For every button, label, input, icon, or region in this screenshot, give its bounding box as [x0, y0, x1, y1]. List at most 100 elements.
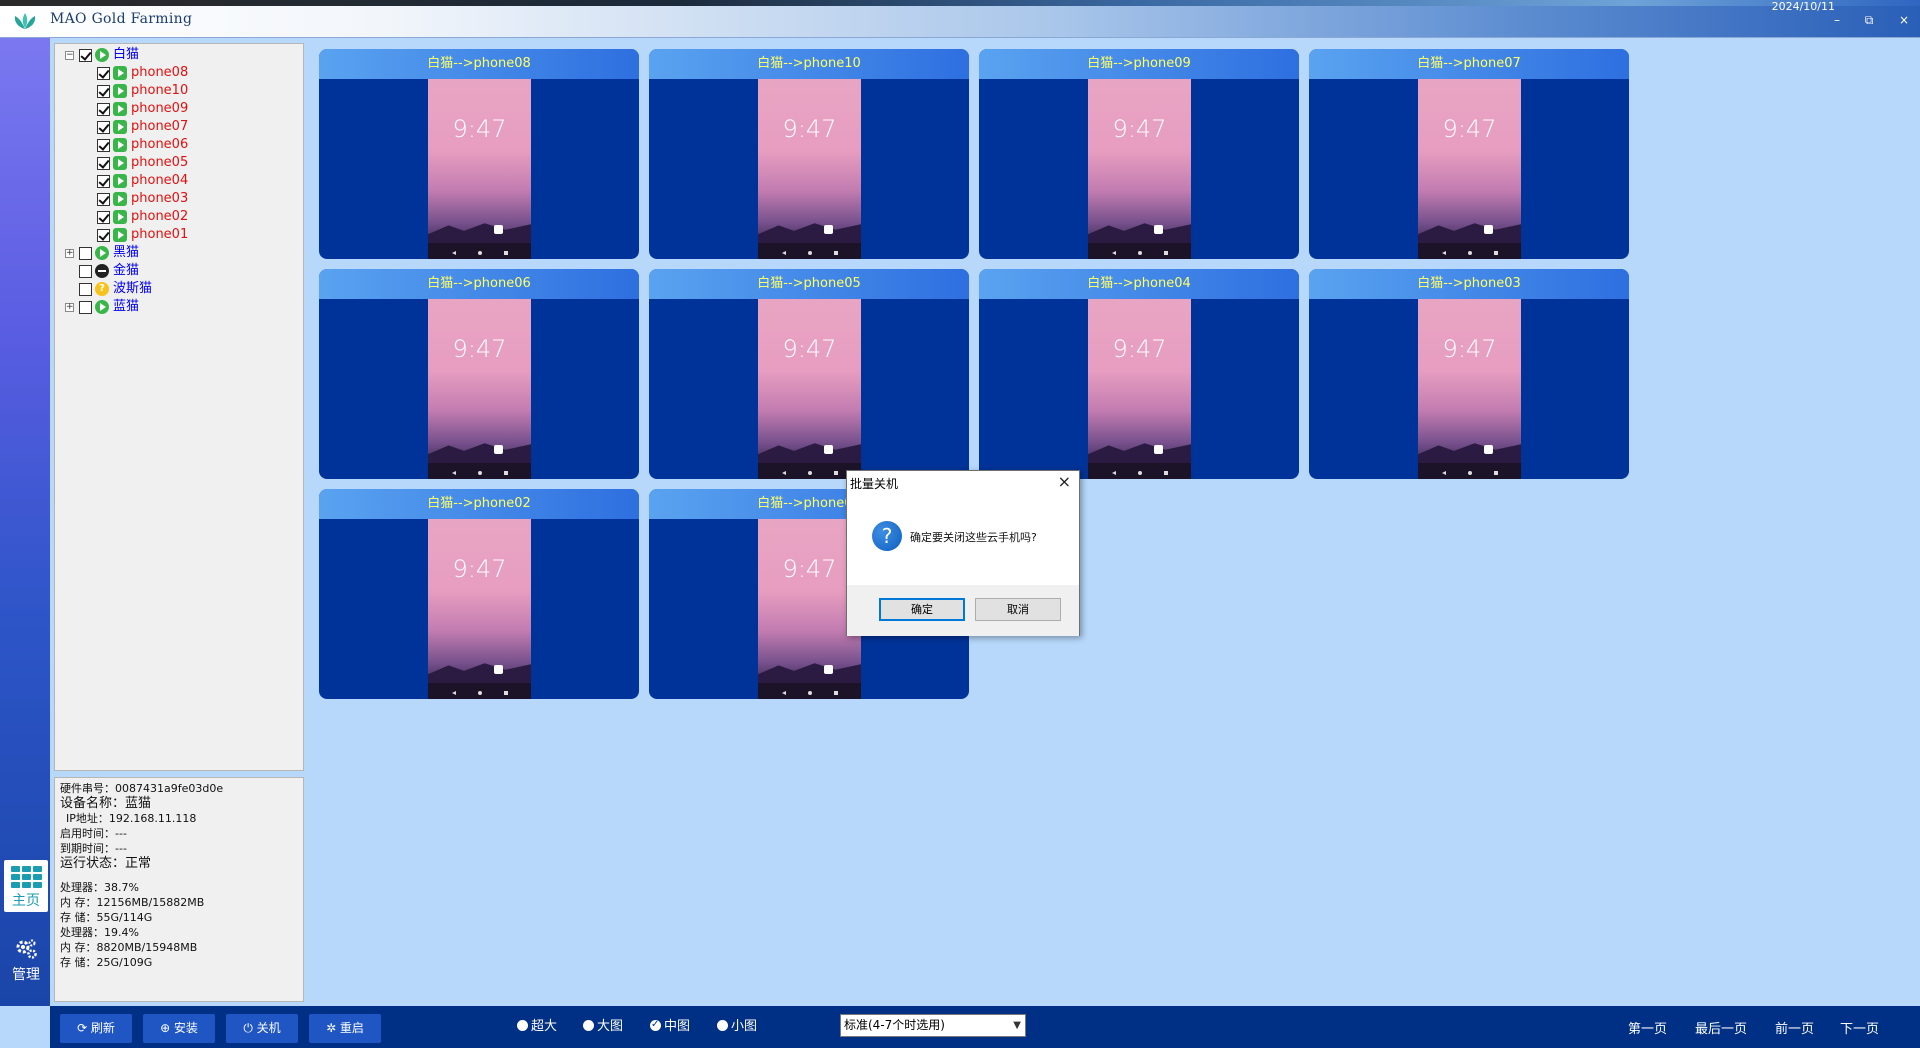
close-button[interactable]: ×: [1895, 13, 1913, 27]
layout-select[interactable]: 标准(4-7个时选用) ▼: [840, 1014, 1026, 1037]
group-checkbox[interactable]: [79, 301, 92, 314]
app-icon[interactable]: [1154, 225, 1163, 234]
view-size-xlarge[interactable]: 超大: [517, 1018, 557, 1036]
phone-screen[interactable]: 9:47: [1418, 299, 1521, 479]
tree-item-phone09[interactable]: phone09: [55, 100, 295, 118]
tree-group-bosimao[interactable]: ? 波斯猫: [55, 280, 295, 298]
tree-group-lanmao[interactable]: + 蓝猫: [55, 298, 295, 316]
tree-group-baimao[interactable]: − 白猫: [55, 46, 295, 64]
recents-icon[interactable]: [834, 251, 838, 255]
app-icon[interactable]: [824, 445, 833, 454]
group-checkbox[interactable]: [79, 283, 92, 296]
back-icon[interactable]: [782, 691, 786, 695]
back-icon[interactable]: [452, 471, 456, 475]
phone-screen[interactable]: 9:47: [1088, 299, 1191, 479]
item-checkbox[interactable]: [97, 175, 110, 188]
view-size-small[interactable]: 小图: [717, 1018, 757, 1036]
recents-icon[interactable]: [1494, 251, 1498, 255]
phone-card[interactable]: 白猫-->phone05 9:47: [649, 269, 969, 479]
phone-screen[interactable]: 9:47: [428, 299, 531, 479]
phone-screen[interactable]: 9:47: [428, 79, 531, 259]
nav-home[interactable]: 主页: [4, 860, 48, 912]
home-icon[interactable]: [478, 471, 482, 475]
app-icon[interactable]: [494, 665, 503, 674]
recents-icon[interactable]: [504, 251, 508, 255]
next-page-link[interactable]: 下一页: [1840, 1018, 1879, 1037]
phone-card[interactable]: 白猫-->phone07 9:47: [1309, 49, 1629, 259]
phone-screen[interactable]: 9:47: [758, 79, 861, 259]
home-icon[interactable]: [1468, 251, 1472, 255]
dialog-close-icon[interactable]: ×: [1058, 472, 1071, 491]
view-size-large[interactable]: 大图: [583, 1018, 623, 1036]
last-page-link[interactable]: 最后一页: [1695, 1018, 1747, 1037]
home-icon[interactable]: [1138, 471, 1142, 475]
tree-item-phone02[interactable]: phone02: [55, 208, 295, 226]
item-checkbox[interactable]: [97, 85, 110, 98]
recents-icon[interactable]: [1164, 471, 1168, 475]
nav-manage[interactable]: 管理: [4, 938, 48, 988]
group-checkbox[interactable]: [79, 49, 92, 62]
phone-card[interactable]: 白猫-->phone09 9:47: [979, 49, 1299, 259]
group-checkbox[interactable]: [79, 247, 92, 260]
tree-item-phone03[interactable]: phone03: [55, 190, 295, 208]
recents-icon[interactable]: [1164, 251, 1168, 255]
phone-screen[interactable]: 9:47: [428, 519, 531, 699]
minimize-button[interactable]: –: [1828, 13, 1846, 27]
group-checkbox[interactable]: [79, 265, 92, 278]
expand-icon[interactable]: +: [65, 303, 74, 312]
first-page-link[interactable]: 第一页: [1628, 1018, 1667, 1037]
app-icon[interactable]: [824, 225, 833, 234]
back-icon[interactable]: [1112, 471, 1116, 475]
back-icon[interactable]: [782, 471, 786, 475]
expand-icon[interactable]: +: [65, 249, 74, 258]
app-icon[interactable]: [1484, 225, 1493, 234]
item-checkbox[interactable]: [97, 67, 110, 80]
tree-item-phone01[interactable]: phone01: [55, 226, 295, 244]
item-checkbox[interactable]: [97, 229, 110, 242]
back-icon[interactable]: [1442, 251, 1446, 255]
phone-screen[interactable]: 9:47: [758, 299, 861, 479]
home-icon[interactable]: [808, 471, 812, 475]
tree-item-phone10[interactable]: phone10: [55, 82, 295, 100]
home-icon[interactable]: [808, 691, 812, 695]
tree-item-phone06[interactable]: phone06: [55, 136, 295, 154]
recents-icon[interactable]: [504, 691, 508, 695]
home-icon[interactable]: [808, 251, 812, 255]
back-icon[interactable]: [1112, 251, 1116, 255]
prev-page-link[interactable]: 前一页: [1775, 1018, 1814, 1037]
phone-card[interactable]: 白猫-->phone06 9:47: [319, 269, 639, 479]
item-checkbox[interactable]: [97, 211, 110, 224]
item-checkbox[interactable]: [97, 103, 110, 116]
shutdown-button[interactable]: ⏻ 关机: [226, 1014, 298, 1043]
recents-icon[interactable]: [834, 691, 838, 695]
back-icon[interactable]: [452, 691, 456, 695]
back-icon[interactable]: [782, 251, 786, 255]
app-icon[interactable]: [494, 445, 503, 454]
app-icon[interactable]: [824, 665, 833, 674]
app-icon[interactable]: [494, 225, 503, 234]
tree-item-phone08[interactable]: phone08: [55, 64, 295, 82]
confirm-button[interactable]: 确定: [879, 598, 965, 621]
back-icon[interactable]: [452, 251, 456, 255]
recents-icon[interactable]: [1494, 471, 1498, 475]
home-icon[interactable]: [478, 251, 482, 255]
app-icon[interactable]: [1154, 445, 1163, 454]
tree-group-heimao[interactable]: + 黑猫: [55, 244, 295, 262]
recents-icon[interactable]: [504, 471, 508, 475]
item-checkbox[interactable]: [97, 193, 110, 206]
install-button[interactable]: ⊕ 安装: [143, 1014, 215, 1043]
home-icon[interactable]: [1138, 251, 1142, 255]
phone-card[interactable]: 白猫-->phone03 9:47: [1309, 269, 1629, 479]
home-icon[interactable]: [1468, 471, 1472, 475]
restart-button[interactable]: ✲ 重启: [309, 1014, 381, 1043]
tree-item-phone04[interactable]: phone04: [55, 172, 295, 190]
home-icon[interactable]: [478, 691, 482, 695]
phone-card[interactable]: 白猫-->phone02 9:47: [319, 489, 639, 699]
back-icon[interactable]: [1442, 471, 1446, 475]
phone-screen[interactable]: 9:47: [1088, 79, 1191, 259]
item-checkbox[interactable]: [97, 121, 110, 134]
collapse-icon[interactable]: −: [65, 51, 74, 60]
phone-card[interactable]: 白猫-->phone04 9:47: [979, 269, 1299, 479]
phone-card[interactable]: 白猫-->phone10 9:47: [649, 49, 969, 259]
tree-group-jinmao[interactable]: 金猫: [55, 262, 295, 280]
